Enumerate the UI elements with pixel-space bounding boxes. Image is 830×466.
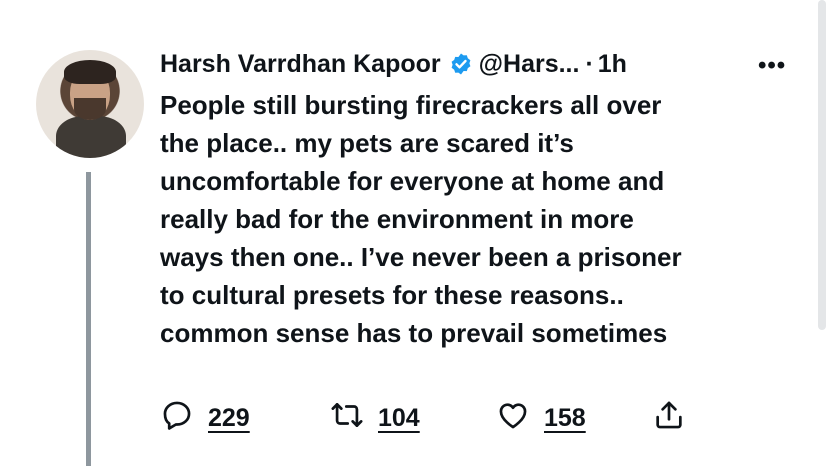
thread-line	[86, 172, 91, 466]
tweet-text-line: ways then one.. I’ve never been a prison…	[160, 242, 682, 272]
tweet-text-line: common sense has to prevail sometimes	[160, 318, 668, 348]
like-button[interactable]: 158	[496, 398, 586, 438]
avatar[interactable]	[36, 50, 144, 158]
author-name[interactable]: Harsh Varrdhan Kapoor	[160, 50, 441, 79]
verified-badge-icon	[449, 52, 473, 76]
retweet-icon	[330, 398, 364, 439]
reply-button[interactable]: 229	[160, 398, 250, 438]
tweet-header: Harsh Varrdhan Kapoor @Hars... · 1h	[160, 46, 627, 82]
retweet-count[interactable]: 104	[378, 404, 420, 433]
tweet-actions: 229 104 158	[160, 398, 720, 438]
like-count[interactable]: 158	[544, 404, 586, 433]
retweet-button[interactable]: 104	[330, 398, 420, 438]
tweet-text-line: uncomfortable for everyone at home and	[160, 166, 665, 196]
tweet-timestamp[interactable]: 1h	[598, 50, 627, 79]
heart-icon	[496, 398, 530, 439]
tweet-card: Harsh Varrdhan Kapoor @Hars... · 1h ••• …	[0, 0, 830, 466]
share-button[interactable]	[652, 398, 686, 438]
author-handle[interactable]: @Hars...	[479, 50, 580, 79]
avatar-hair	[64, 60, 116, 84]
share-icon	[652, 398, 686, 439]
reply-count[interactable]: 229	[208, 404, 250, 433]
more-dots-icon[interactable]: •••	[758, 52, 786, 80]
tweet-text-line: the place.. my pets are scared it’s	[160, 128, 574, 158]
separator-dot: ·	[585, 49, 594, 78]
tweet-text: People still bursting firecrackers all o…	[160, 86, 800, 352]
tweet-text-line: People still bursting firecrackers all o…	[160, 90, 662, 120]
avatar-beard	[74, 98, 106, 120]
scrollbar[interactable]	[818, 0, 826, 330]
tweet-text-line: really bad for the environment in more	[160, 204, 634, 234]
avatar-shoulders	[56, 116, 126, 158]
reply-bubble-icon	[160, 398, 194, 439]
tweet-text-line: to cultural presets for these reasons..	[160, 280, 624, 310]
